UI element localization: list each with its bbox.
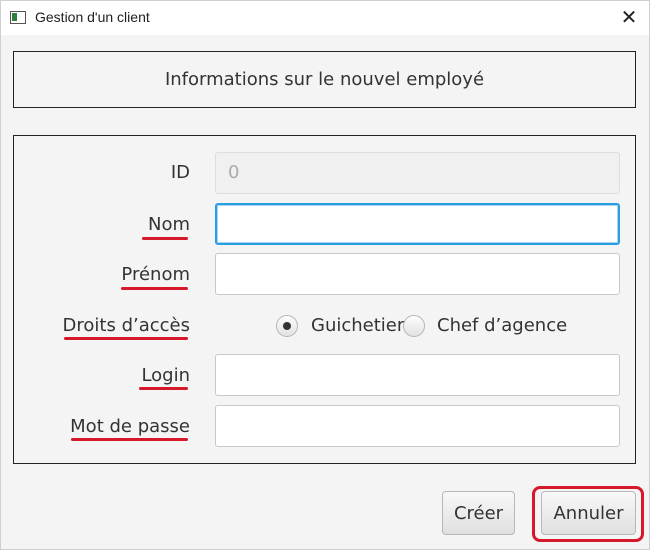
nom-label: Nom bbox=[147, 214, 190, 235]
login-field[interactable] bbox=[215, 354, 620, 396]
nom-field[interactable] bbox=[215, 203, 620, 245]
radio-guichetier-label[interactable]: Guichetier bbox=[311, 315, 404, 336]
app-icon bbox=[10, 11, 26, 24]
title-bar: Gestion d'un client ✕ bbox=[1, 1, 649, 35]
cancel-highlight-box bbox=[532, 486, 644, 542]
create-button[interactable]: Créer bbox=[442, 491, 515, 535]
id-label: ID bbox=[170, 162, 190, 183]
form-header: Informations sur le nouvel employé bbox=[13, 51, 636, 108]
radio-guichetier[interactable] bbox=[276, 315, 298, 337]
radio-chef-agence[interactable] bbox=[403, 315, 425, 337]
prenom-label: Prénom bbox=[121, 264, 190, 285]
radio-chef-agence-label[interactable]: Chef d’agence bbox=[437, 315, 567, 336]
login-label: Login bbox=[141, 365, 190, 386]
form-panel: ID 0 Nom Prénom Droits d’accès Guichetie… bbox=[13, 135, 636, 464]
dialog-window: Gestion d'un client ✕ Informations sur l… bbox=[0, 0, 650, 550]
prenom-underline bbox=[121, 287, 188, 290]
droits-label: Droits d’accès bbox=[62, 315, 190, 336]
nom-underline bbox=[142, 237, 188, 240]
id-field: 0 bbox=[215, 152, 620, 194]
mot-de-passe-underline bbox=[71, 438, 188, 441]
window-title: Gestion d'un client bbox=[35, 9, 150, 25]
mot-de-passe-label: Mot de passe bbox=[70, 416, 190, 437]
prenom-field[interactable] bbox=[215, 253, 620, 295]
login-underline bbox=[139, 387, 188, 390]
droits-underline bbox=[64, 337, 188, 340]
close-icon[interactable]: ✕ bbox=[617, 5, 641, 29]
mot-de-passe-field[interactable] bbox=[215, 405, 620, 447]
form-header-text: Informations sur le nouvel employé bbox=[164, 69, 485, 90]
radio-selected-dot bbox=[283, 322, 291, 330]
